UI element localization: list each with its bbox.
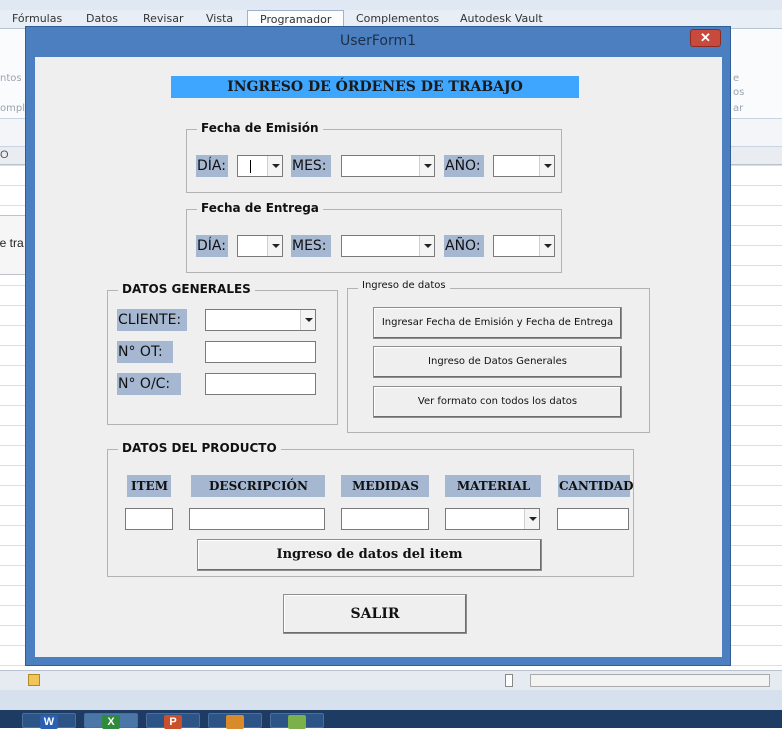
ingreso-datos-item-button[interactable]: Ingreso de datos del item <box>197 539 542 571</box>
dia-label: DÍA: <box>196 235 228 257</box>
ingreso-datos-generales-button[interactable]: Ingreso de Datos Generales <box>373 346 622 378</box>
close-icon: ✕ <box>700 30 711 45</box>
ribbon-fragment: e <box>733 73 740 84</box>
entrega-anio-combo[interactable] <box>493 235 555 257</box>
frame-datos-producto: DATOS DEL PRODUCTO ITEM DESCRIPCIÓN MEDI… <box>107 441 634 577</box>
frame-label: Ingreso de datos <box>358 280 450 291</box>
app-icon <box>226 715 244 729</box>
cliente-combo[interactable] <box>205 309 316 331</box>
frame-fecha-emision: Fecha de Emisión DÍA: MES: AÑO: <box>186 121 562 193</box>
chevron-down-icon[interactable] <box>524 509 539 529</box>
frame-fecha-entrega: Fecha de Entrega DÍA: MES: AÑO: <box>186 201 562 273</box>
excel-title-bar <box>0 0 782 10</box>
frame-label: DATOS GENERALES <box>118 282 255 296</box>
chevron-down-icon[interactable] <box>267 156 282 176</box>
emision-mes-combo[interactable] <box>341 155 435 177</box>
ot-label: N° OT: <box>117 341 173 363</box>
tab-revisar[interactable]: Revisar <box>143 12 183 25</box>
chevron-down-icon[interactable] <box>419 156 434 176</box>
taskbar-powerpoint[interactable]: P <box>146 713 200 729</box>
chevron-down-icon[interactable] <box>539 236 554 256</box>
app-icon <box>288 715 306 729</box>
ingresar-fechas-button[interactable]: Ingresar Fecha de Emisión y Fecha de Ent… <box>373 307 622 339</box>
chevron-down-icon[interactable] <box>267 236 282 256</box>
tab-formulas[interactable]: Fórmulas <box>12 12 62 25</box>
medidas-input[interactable] <box>341 508 429 530</box>
frame-datos-generales: DATOS GENERALES CLIENTE: N° OT: N° O/C: <box>107 282 338 425</box>
chevron-down-icon[interactable] <box>539 156 554 176</box>
shape-text: le tra <box>0 236 24 250</box>
column-header-cantidad: CANTIDAD <box>558 475 634 497</box>
userform-window: UserForm1 ✕ INGRESO DE ÓRDENES DE TRABAJ… <box>25 26 731 666</box>
column-header-medidas: MEDIDAS <box>341 475 429 497</box>
mes-label: MES: <box>291 155 331 177</box>
column-header-descripcion: DESCRIPCIÓN <box>191 475 325 497</box>
column-header-material: MATERIAL <box>445 475 541 497</box>
tab-datos[interactable]: Datos <box>86 12 118 25</box>
horizontal-scrollbar[interactable] <box>530 674 770 687</box>
taskbar-word[interactable]: W <box>22 713 76 729</box>
oc-input[interactable] <box>205 373 316 395</box>
oc-label: N° O/C: <box>117 373 181 395</box>
frame-label: Fecha de Emisión <box>197 121 323 135</box>
salir-button[interactable]: SALIR <box>283 594 467 634</box>
excel-icon: X <box>102 715 120 729</box>
ver-formato-button[interactable]: Ver formato con todos los datos <box>373 386 622 418</box>
mes-label: MES: <box>291 235 331 257</box>
userform-client: INGRESO DE ÓRDENES DE TRABAJO Fecha de E… <box>35 57 722 657</box>
item-input[interactable] <box>125 508 173 530</box>
frame-ingreso-datos: Ingreso de datos Ingresar Fecha de Emisi… <box>347 280 650 433</box>
emision-dia-combo[interactable] <box>237 155 283 177</box>
frame-label: Fecha de Entrega <box>197 201 323 215</box>
anio-label: AÑO: <box>444 155 484 177</box>
tab-complementos[interactable]: Complementos <box>356 12 439 25</box>
insert-sheet-icon[interactable] <box>28 674 40 686</box>
material-combo[interactable] <box>445 508 540 530</box>
status-bar <box>0 690 782 710</box>
anio-label: AÑO: <box>444 235 484 257</box>
sheet-tab-bar[interactable] <box>0 670 782 690</box>
userform-title: UserForm1 <box>339 33 417 49</box>
emision-anio-combo[interactable] <box>493 155 555 177</box>
chevron-down-icon[interactable] <box>300 310 315 330</box>
text-caret <box>250 160 251 173</box>
cliente-label: CLIENTE: <box>117 309 187 331</box>
taskbar-app[interactable] <box>270 713 324 729</box>
entrega-dia-combo[interactable] <box>237 235 283 257</box>
ribbon-fragment: ntos <box>0 73 22 84</box>
ribbon-fragment: os <box>733 87 745 98</box>
powerpoint-icon: P <box>164 715 182 729</box>
ribbon-fragment: ar <box>733 103 744 114</box>
taskbar: W X P <box>0 710 782 729</box>
frame-label: DATOS DEL PRODUCTO <box>118 441 281 455</box>
cantidad-input[interactable] <box>557 508 629 530</box>
tab-autodesk-vault[interactable]: Autodesk Vault <box>460 12 543 25</box>
entrega-mes-combo[interactable] <box>341 235 435 257</box>
form-heading: INGRESO DE ÓRDENES DE TRABAJO <box>171 76 579 98</box>
chevron-down-icon[interactable] <box>419 236 434 256</box>
scrollbar-splitter[interactable] <box>505 674 513 687</box>
column-header-item: ITEM <box>127 475 171 497</box>
word-icon: W <box>40 715 58 729</box>
close-button[interactable]: ✕ <box>690 29 721 47</box>
ot-input[interactable] <box>205 341 316 363</box>
descripcion-input[interactable] <box>189 508 325 530</box>
dia-label: DÍA: <box>196 155 228 177</box>
taskbar-app[interactable] <box>208 713 262 729</box>
column-letter: O <box>0 149 9 161</box>
taskbar-excel[interactable]: X <box>84 713 138 729</box>
tab-vista[interactable]: Vista <box>206 12 233 25</box>
